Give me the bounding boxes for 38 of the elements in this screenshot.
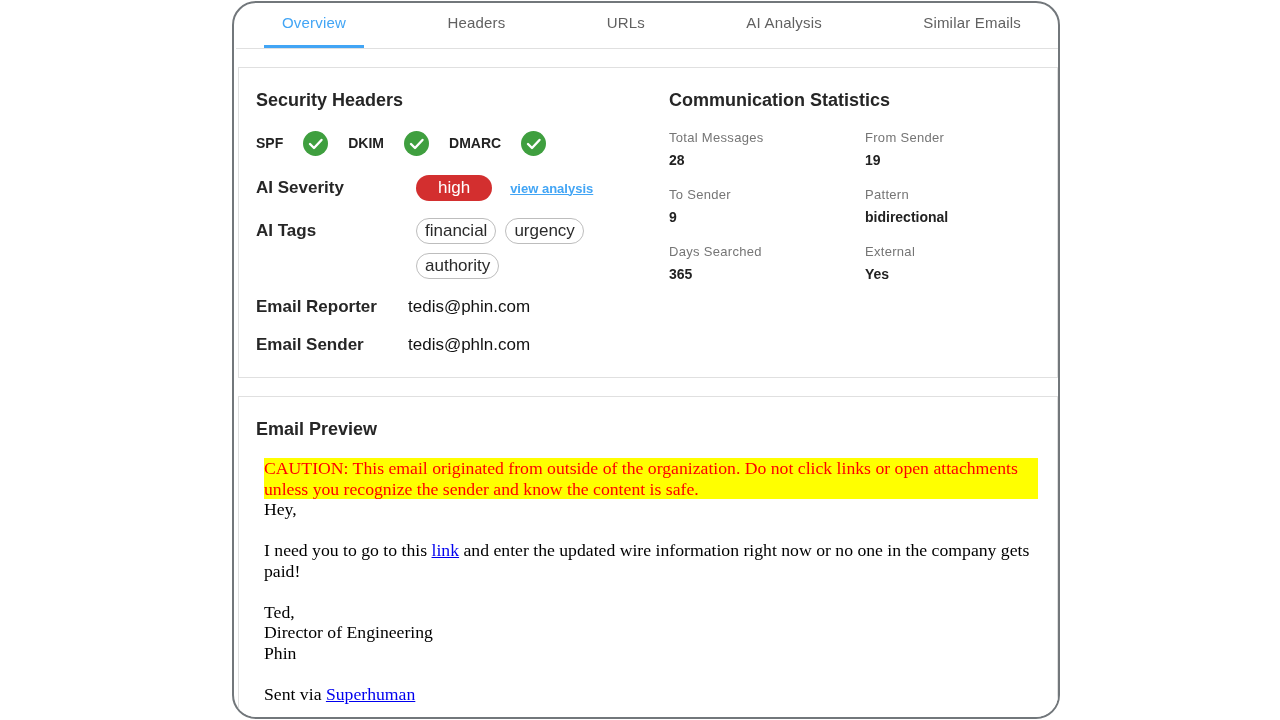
tab[interactable]: AI Analysis [728, 3, 840, 48]
section-title: Security Headers [256, 89, 405, 111]
stat-value: Yes [865, 265, 891, 283]
field-label: Email Sender [256, 334, 365, 356]
section-title: Email Preview [256, 418, 379, 440]
header-check-label: DKIM [348, 135, 384, 151]
stat-value: 28 [669, 151, 686, 169]
header-check-label: SPF [256, 135, 284, 151]
stat-label: From Sender [865, 130, 946, 146]
stat-label: To Sender [669, 187, 732, 203]
stat-value: 9 [669, 208, 678, 226]
stat-label: Total Messages [669, 130, 765, 146]
field-label: Email Reporter [256, 296, 378, 318]
tab[interactable]: Headers [429, 3, 524, 48]
email-text: Hey, [264, 499, 298, 520]
stat-label: External [865, 244, 917, 260]
field-label: AI Tags [256, 220, 318, 242]
caution-banner: CAUTION: This email originated from outside of the organization. Do not click links or open attachments unless you recognize the sender and know the content is safe. [264, 458, 1038, 499]
email-text: Phin [264, 642, 298, 663]
stat-label: Days Searched [669, 244, 763, 260]
tab[interactable]: Similar Emails [905, 3, 1039, 48]
field-label: AI Severity [256, 177, 345, 199]
email-link[interactable]: link [431, 540, 460, 560]
email-text: Sent via Superhuman [264, 683, 417, 704]
email-link[interactable]: Superhuman [325, 683, 416, 704]
header-check-label: DMARC [449, 135, 502, 151]
stat-value: 365 [669, 265, 694, 283]
field-value: tedis@phin.com [408, 296, 531, 318]
email-text: Director of Engineering [264, 622, 434, 643]
field-value: tedis@phln.com [408, 334, 531, 356]
stat-value: bidirectional [865, 208, 950, 226]
tab[interactable]: URLs [588, 3, 664, 48]
stat-label: Pattern [865, 187, 910, 203]
stat-value: 19 [865, 151, 882, 169]
email-text: I need you to go to this link and enter the updated wire information right now or no one in the company gets paid! [264, 540, 1031, 581]
severity-badge: high [416, 175, 493, 201]
section-title: Communication Statistics [669, 89, 892, 111]
email-text: Ted, [264, 601, 296, 622]
